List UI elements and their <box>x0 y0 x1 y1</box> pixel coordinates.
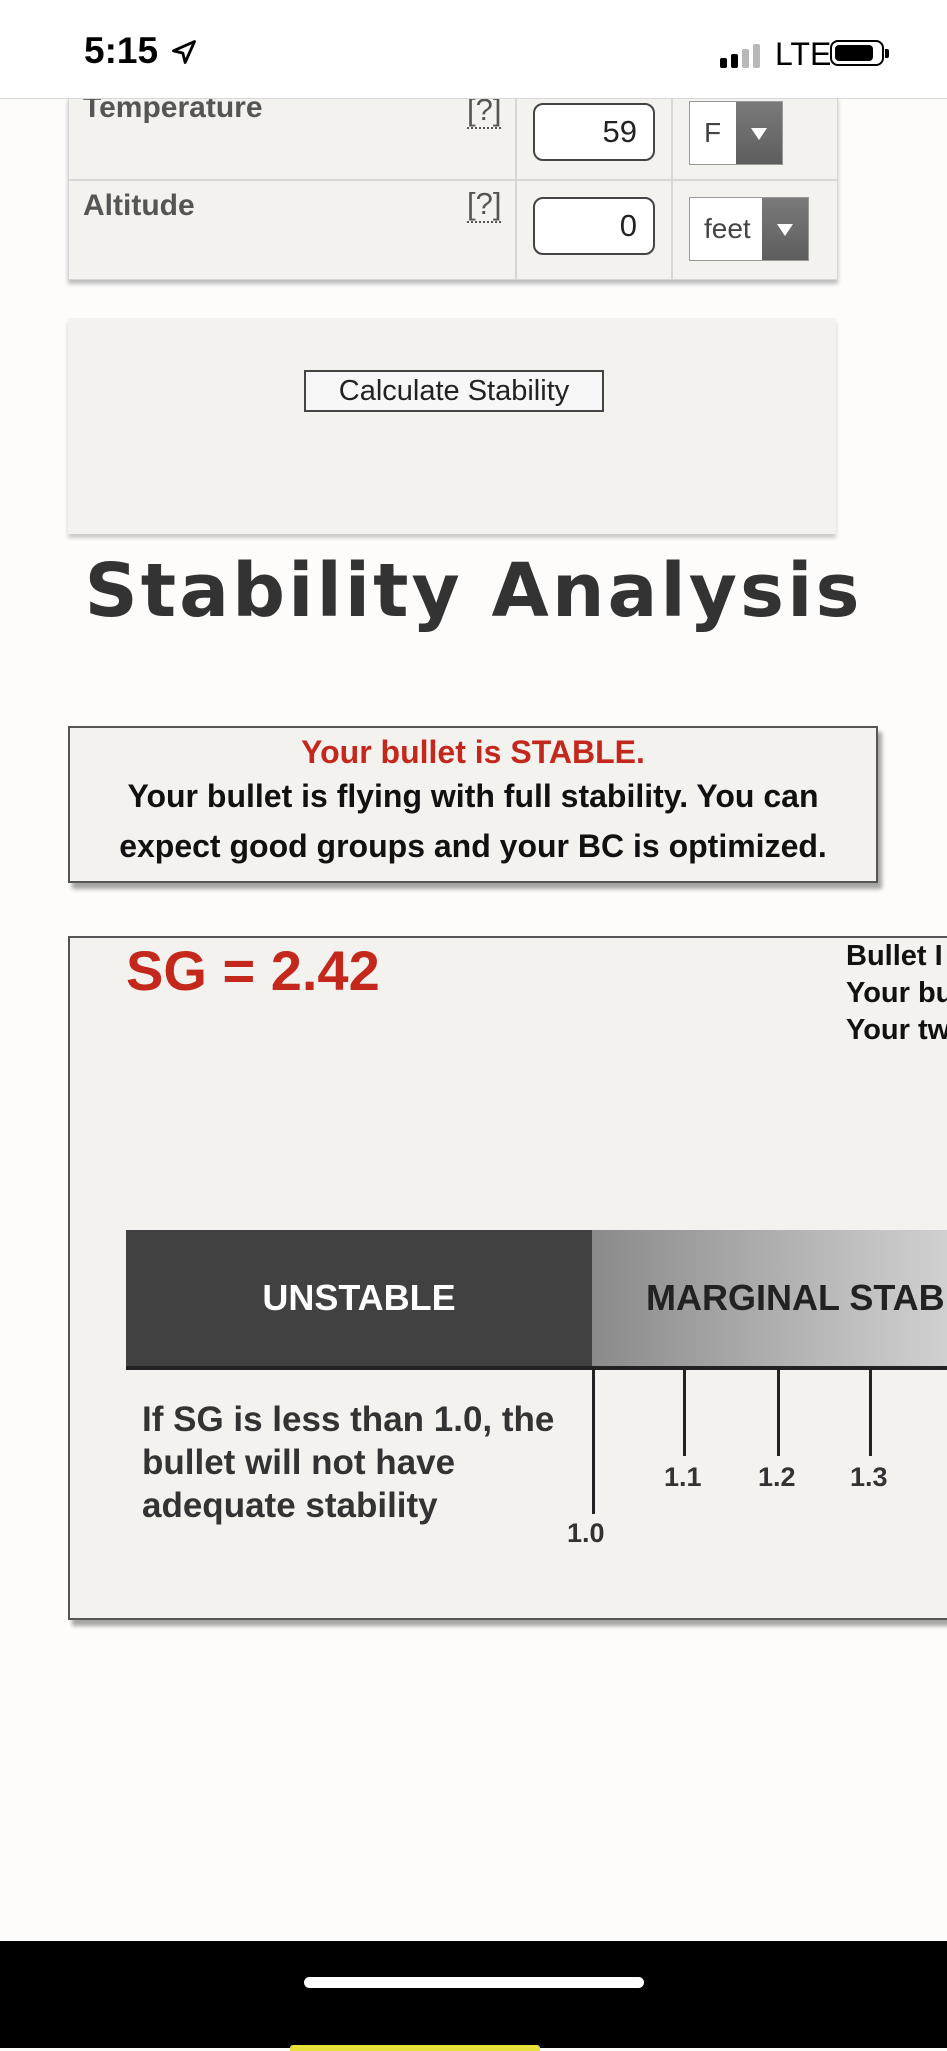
status-bar: 5:15 LTE <box>0 0 947 99</box>
temperature-unit-value: F <box>704 117 722 148</box>
altitude-row: Altitude [?] 0 feet <box>69 181 837 279</box>
conditions-form: Temperature [?] 59 F Altitude [?] 0 feet <box>68 91 838 280</box>
unstable-note-line: bullet will not have <box>142 1443 456 1482</box>
tick-label: 1.2 <box>758 1462 796 1492</box>
unstable-note: If SG is less than 1.0, the bullet will … <box>142 1398 554 1527</box>
status-time: 5:15 <box>84 30 159 71</box>
cellular-signal-icon <box>720 44 760 68</box>
unstable-note-line: adequate stability <box>142 1486 438 1525</box>
chevron-down-icon <box>736 102 782 164</box>
result-title: Your bullet is STABLE. <box>301 734 645 770</box>
home-indicator[interactable] <box>304 1977 644 1988</box>
bullet-info-line: Your tw <box>846 1014 947 1046</box>
altitude-help-link[interactable]: [?] <box>467 187 502 223</box>
calculate-stability-button[interactable]: Calculate Stability <box>304 370 604 412</box>
stability-analysis-heading: Stability Analysis <box>84 548 863 634</box>
altitude-input[interactable]: 0 <box>533 197 655 255</box>
bullet-info-line: Bullet I <box>846 940 943 972</box>
chevron-down-icon <box>762 198 808 260</box>
altitude-unit-select[interactable]: feet <box>689 197 809 261</box>
bullet-info: Bullet I Your bu Your tw <box>846 938 947 1049</box>
tick-label: 1.1 <box>664 1462 702 1492</box>
stability-result-box: Your bullet is STABLE. Your bullet is fl… <box>68 726 878 883</box>
altitude-unit-value: feet <box>704 213 751 244</box>
battery-icon <box>830 40 889 66</box>
scale-baseline <box>126 1366 947 1370</box>
unstable-note-line: If SG is less than 1.0, the <box>142 1400 555 1439</box>
tick-label: 1.0 <box>567 1518 605 1548</box>
calculate-panel: Calculate Stability <box>68 318 836 534</box>
temperature-row: Temperature [?] 59 F <box>69 91 837 181</box>
altitude-label: Altitude <box>83 189 195 222</box>
temperature-unit-select[interactable]: F <box>689 101 783 165</box>
result-message-line-2: expect good groups and your BC is optimi… <box>119 828 827 864</box>
sg-value: SG = 2.42 <box>126 939 380 1002</box>
tick-1-2 <box>777 1366 780 1456</box>
tick-1-3 <box>869 1366 872 1456</box>
marginal-stability-zone: MARGINAL STABIL <box>592 1230 947 1366</box>
tick-1-1 <box>683 1366 686 1456</box>
home-bar <box>0 1941 947 2051</box>
result-message-line-1: Your bullet is flying with full stabilit… <box>127 778 819 814</box>
location-arrow-icon <box>172 40 196 64</box>
network-type: LTE <box>775 36 832 72</box>
bullet-info-line: Your bu <box>846 977 947 1009</box>
tick-1-0 <box>592 1366 595 1514</box>
temperature-input[interactable]: 59 <box>533 103 655 161</box>
tick-label: 1.3 <box>850 1462 888 1492</box>
stability-gauge-panel: SG = 2.42 Bullet I Your bu Your tw UNSTA… <box>68 936 947 1620</box>
unstable-zone: UNSTABLE <box>126 1230 592 1366</box>
toolbar-edge <box>290 2045 540 2051</box>
